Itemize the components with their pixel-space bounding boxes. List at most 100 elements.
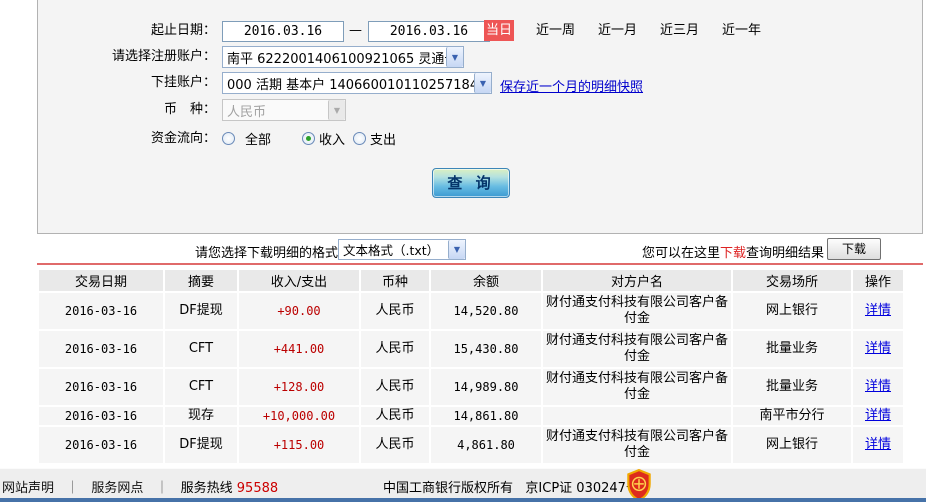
cell-currency: 人民币	[361, 331, 429, 367]
sub-account-label: 下挂账户：	[150, 75, 216, 90]
cell-summary: 现存	[165, 407, 237, 425]
download-hint-suffix: 查询明细结果	[745, 246, 824, 261]
download-hint-link[interactable]: 下载	[720, 246, 746, 261]
icp-number: 京ICP证 030247号	[525, 481, 639, 496]
service-branches-link[interactable]: 服务网点	[91, 481, 143, 496]
flow-option-income[interactable]: 收入	[302, 129, 345, 148]
detail-link[interactable]: 详情	[865, 303, 891, 318]
table-row: 2016-03-16 DF提现 +90.00 人民币 14,520.80 财付通…	[39, 293, 903, 329]
table-header-row: 交易日期 摘要 收入/支出 币种 余额 对方户名 交易场所 操作	[39, 270, 903, 291]
registered-account-select[interactable]: 南平 6222001406100921065 灵通卡 ▼	[222, 46, 464, 68]
cell-venue: 南平市分行	[733, 407, 851, 425]
hotline-label: 服务热线	[180, 481, 233, 496]
sub-account-value: 000 活期 基本户 1406600101102571848	[227, 77, 474, 93]
date-range-label: 起止日期：	[150, 23, 216, 38]
cell-date: 2016-03-16	[39, 407, 163, 425]
col-header-currency: 币种	[361, 270, 429, 291]
download-format-value: 文本格式（.txt）	[343, 243, 440, 258]
footer-links: 网站声明 ｜ 服务网点 ｜ 服务热线 95588	[2, 477, 278, 496]
last-month-link[interactable]: 近一月	[598, 20, 637, 41]
col-header-counterparty: 对方户名	[543, 270, 731, 291]
table-row: 2016-03-16 DF提现 +115.00 人民币 4,861.80 财付通…	[39, 427, 903, 463]
cell-venue: 网上银行	[733, 293, 851, 329]
copyright-text: 中国工商银行版权所有	[383, 481, 514, 496]
download-hint-prefix: 您可以在这里	[641, 246, 720, 261]
date-range-dash: —	[349, 23, 362, 38]
detail-link[interactable]: 详情	[865, 341, 891, 356]
table-row: 2016-03-16 现存 +10,000.00 人民币 14,861.80 南…	[39, 407, 903, 425]
icbc-transaction-query-page: 起止日期： — 当日 近一周 近一月 近三月 近一年 请选择注册账户： 南平 6…	[0, 0, 926, 502]
last-year-link[interactable]: 近一年	[722, 20, 761, 41]
fund-flow-label: 资金流向：	[150, 131, 216, 146]
hotline-number: 95588	[236, 481, 279, 496]
cell-balance: 14,520.80	[431, 293, 541, 329]
save-snapshot-link[interactable]: 保存近一个月的明细快照	[500, 76, 643, 95]
footer-separator: ｜	[66, 481, 80, 496]
radio-all[interactable]	[222, 132, 235, 145]
cell-action: 详情	[853, 293, 903, 329]
cell-counterparty: 财付通支付科技有限公司客户备付金	[543, 427, 731, 463]
chevron-down-icon: ▼	[446, 47, 463, 67]
cell-balance: 15,430.80	[431, 331, 541, 367]
cell-amount: +115.00	[239, 427, 359, 463]
date-from-input[interactable]	[222, 21, 344, 42]
chevron-down-icon: ▼	[448, 240, 465, 259]
cell-currency: 人民币	[361, 407, 429, 425]
copyright-line: 中国工商银行版权所有 京ICP证 030247号	[383, 477, 639, 496]
query-button[interactable]: 查 询	[432, 168, 510, 198]
download-hint: 您可以在这里下载查询明细结果	[642, 242, 824, 261]
cell-balance: 14,861.80	[431, 407, 541, 425]
icp-badge-icon	[627, 469, 651, 501]
radio-income-label: 收入	[319, 133, 346, 148]
date-to-input[interactable]	[368, 21, 490, 42]
cell-venue: 网上银行	[733, 427, 851, 463]
col-header-amount: 收入/支出	[239, 270, 359, 291]
cell-date: 2016-03-16	[39, 427, 163, 463]
cell-summary: CFT	[165, 369, 237, 405]
download-format-select[interactable]: 文本格式（.txt） ▼	[338, 239, 466, 260]
cell-counterparty: 财付通支付科技有限公司客户备付金	[543, 331, 731, 367]
flow-option-all[interactable]: 全部	[222, 129, 271, 148]
cell-date: 2016-03-16	[39, 331, 163, 367]
footer-bottom-rule	[0, 498, 926, 502]
last-week-link[interactable]: 近一周	[536, 20, 575, 41]
col-header-date: 交易日期	[39, 270, 163, 291]
cell-summary: DF提现	[165, 427, 237, 463]
detail-link[interactable]: 详情	[865, 408, 891, 423]
radio-expense[interactable]	[353, 132, 366, 145]
cell-venue: 批量业务	[733, 331, 851, 367]
chevron-down-icon: ▼	[328, 100, 345, 120]
radio-all-label: 全部	[245, 133, 272, 148]
cell-action: 详情	[853, 407, 903, 425]
cell-balance: 14,989.80	[431, 369, 541, 405]
cell-currency: 人民币	[361, 427, 429, 463]
cell-action: 详情	[853, 331, 903, 367]
cell-counterparty	[543, 407, 731, 425]
cell-amount: +90.00	[239, 293, 359, 329]
registered-account-label: 请选择注册账户：	[111, 49, 216, 64]
table-top-rule	[37, 263, 923, 265]
today-button[interactable]: 当日	[484, 20, 514, 41]
currency-value: 人民币	[227, 104, 267, 120]
cell-date: 2016-03-16	[39, 293, 163, 329]
table-row: 2016-03-16 CFT +128.00 人民币 14,989.80 财付通…	[39, 369, 903, 405]
currency-select: 人民币 ▼	[222, 99, 346, 121]
detail-link[interactable]: 详情	[865, 437, 891, 452]
cell-amount: +441.00	[239, 331, 359, 367]
cell-counterparty: 财付通支付科技有限公司客户备付金	[543, 369, 731, 405]
download-button[interactable]: 下载	[827, 238, 881, 260]
transactions-table: 交易日期 摘要 收入/支出 币种 余额 对方户名 交易场所 操作 2016-03…	[37, 268, 905, 465]
cell-date: 2016-03-16	[39, 369, 163, 405]
cell-action: 详情	[853, 369, 903, 405]
flow-option-expense[interactable]: 支出	[353, 129, 396, 148]
col-header-summary: 摘要	[165, 270, 237, 291]
cell-currency: 人民币	[361, 293, 429, 329]
cell-counterparty: 财付通支付科技有限公司客户备付金	[543, 293, 731, 329]
detail-link[interactable]: 详情	[865, 379, 891, 394]
download-format-label: 请您选择下载明细的格式	[194, 246, 338, 261]
radio-income[interactable]	[302, 132, 315, 145]
last-3-months-link[interactable]: 近三月	[660, 20, 699, 41]
cell-amount: +128.00	[239, 369, 359, 405]
sub-account-select[interactable]: 000 活期 基本户 1406600101102571848 ▼	[222, 72, 492, 94]
site-statement-link[interactable]: 网站声明	[2, 481, 54, 496]
